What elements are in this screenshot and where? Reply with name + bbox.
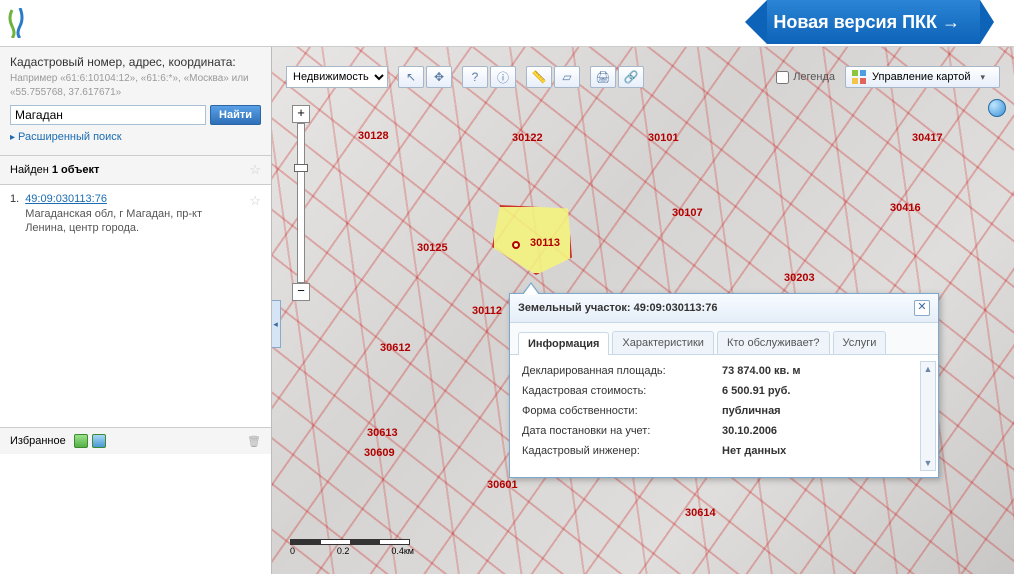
pan-tool-icon[interactable]: ✥ <box>426 66 452 88</box>
popup-close-button[interactable]: ✕ <box>914 300 930 316</box>
advanced-search-link[interactable]: Расширенный поиск <box>10 131 122 143</box>
cadastral-label: 30614 <box>685 507 716 519</box>
legend-checkbox[interactable] <box>776 71 789 84</box>
popup-header: Земельный участок: 49:09:030113:76 ✕ <box>510 294 938 323</box>
zoom-slider-track[interactable] <box>297 123 305 283</box>
info-key: Кадастровый инженер: <box>522 445 722 457</box>
layer-control-dropdown[interactable]: Управление картой <box>845 66 1000 88</box>
cadastral-label: 30125 <box>417 242 448 254</box>
results-prefix: Найден <box>10 164 52 176</box>
info-value: Нет данных <box>722 445 786 457</box>
result-id-link[interactable]: 49:09:030113:76 <box>25 193 243 205</box>
scale-tick: 0 <box>290 546 295 556</box>
info-row: Дата постановки на учет:30.10.2006 <box>522 425 926 437</box>
search-panel: Кадастровый номер, адрес, координата: На… <box>0 47 271 156</box>
result-item[interactable]: 1. 49:09:030113:76 Магаданская обл, г Ма… <box>0 185 271 245</box>
fav-export-icon[interactable] <box>74 434 88 448</box>
info-tool-icon[interactable]: ⓘ <box>490 66 516 88</box>
cadastral-label: 30122 <box>512 132 543 144</box>
result-number: 1. <box>10 193 19 237</box>
cadastral-label: 30128 <box>358 130 389 142</box>
sidebar-collapse-handle[interactable] <box>272 300 281 348</box>
info-key: Дата постановки на учет: <box>522 425 722 437</box>
favorites-label: Избранное <box>10 435 66 447</box>
scroll-up-icon[interactable]: ▲ <box>921 362 935 376</box>
layer-control-label: Управление картой <box>872 71 970 83</box>
cadastral-label: 30417 <box>912 132 943 144</box>
cadastral-label: 30112 <box>472 305 502 317</box>
measure-area-icon[interactable]: ▱ <box>554 66 580 88</box>
results-count: 1 объект <box>52 164 100 176</box>
app-header: ПОРТАЛ УСЛУГ ПУБЛИЧНАЯ КАДАСТРОВАЯ КАРТА… <box>0 0 1014 47</box>
search-input[interactable] <box>10 105 206 125</box>
result-desc: Магаданская обл, г Магадан, пр-кт Ленина… <box>25 207 243 237</box>
results-fav-icon[interactable]: ☆ <box>249 162 261 178</box>
search-hint: Например «61:6:10104:12», «61:6:*», «Мос… <box>10 72 261 99</box>
results-header: Найден 1 объект ☆ <box>0 156 271 185</box>
layer-select[interactable]: Недвижимость <box>286 66 388 88</box>
measure-line-icon[interactable]: 📏 <box>526 66 552 88</box>
info-row: Декларированная площадь:73 874.00 кв. м <box>522 365 926 377</box>
search-label: Кадастровый номер, адрес, координата: <box>10 55 261 69</box>
zoom-slider-handle[interactable] <box>294 164 308 172</box>
info-key: Декларированная площадь: <box>522 365 722 377</box>
popup-title-id: 49:09:030113:76 <box>634 302 718 314</box>
sidebar: Кадастровый номер, адрес, координата: На… <box>0 47 272 574</box>
fav-import-icon[interactable] <box>92 434 106 448</box>
layers-icon <box>852 70 866 84</box>
scale-bar: 0 0.2 0.4км <box>290 539 414 556</box>
pointer-tool-icon[interactable]: ↖ <box>398 66 424 88</box>
info-value: 73 874.00 кв. м <box>722 365 801 377</box>
cadastral-label: 30601 <box>487 479 518 491</box>
map-toolbar: Недвижимость ↖ ✥ ? ⓘ 📏 ▱ 🖨 🔗 Легенда Упр <box>286 63 1000 91</box>
banner-text: Новая версия ПКК → <box>767 0 980 44</box>
cadastral-label: 30416 <box>890 202 921 214</box>
zoom-in-button[interactable]: + <box>292 105 310 123</box>
map-canvas[interactable]: 30113 30416 30203 30612 30601 30614 30613 30417… <box>272 47 1014 574</box>
legend-label: Легенда <box>793 71 835 83</box>
info-value: 30.10.2006 <box>722 425 777 437</box>
info-row: Кадастровая стоимость:6 500.91 руб. <box>522 385 926 397</box>
zoom-out-button[interactable]: − <box>292 283 310 301</box>
info-value: 6 500.91 руб. <box>722 385 790 397</box>
info-row: Форма собственности:публичная <box>522 405 926 417</box>
info-key: Кадастровая стоимость: <box>522 385 722 397</box>
info-value: публичная <box>722 405 781 417</box>
help-tool-icon[interactable]: ? <box>462 66 488 88</box>
tab-characteristics[interactable]: Характеристики <box>612 331 714 354</box>
cadastral-label: 30113 <box>530 237 560 249</box>
cadastral-label: 30203 <box>784 272 815 284</box>
scale-tick: 0.2 <box>337 546 350 556</box>
zoom-control: + − <box>292 105 310 301</box>
favorites-panel: Избранное 🗑 <box>0 427 271 454</box>
parcel-pin-icon <box>512 241 520 249</box>
trash-icon[interactable]: 🗑 <box>247 435 261 448</box>
cadastral-label: 30101 <box>648 132 679 144</box>
cadastral-label: 30613 <box>367 427 398 439</box>
link-icon[interactable]: 🔗 <box>618 66 644 88</box>
popup-scrollbar[interactable]: ▲ ▼ <box>920 361 936 471</box>
tab-info[interactable]: Информация <box>518 332 609 355</box>
cadastral-label: 30107 <box>672 207 703 219</box>
scale-tick: 0.4км <box>391 546 414 556</box>
info-popup: Земельный участок: 49:09:030113:76 ✕ Инф… <box>509 293 939 478</box>
result-fav-icon[interactable]: ☆ <box>249 193 261 237</box>
overview-globe-icon[interactable] <box>988 99 1006 117</box>
info-key: Форма собственности: <box>522 405 722 417</box>
rosreestr-logo-icon <box>8 8 28 38</box>
tab-services[interactable]: Услуги <box>833 331 887 354</box>
popup-tabs: Информация Характеристики Кто обслуживае… <box>510 323 938 355</box>
print-icon[interactable]: 🖨 <box>590 66 616 88</box>
scroll-down-icon[interactable]: ▼ <box>921 456 935 470</box>
popup-title-prefix: Земельный участок: <box>518 302 634 314</box>
popup-body: Декларированная площадь:73 874.00 кв. мК… <box>510 355 938 477</box>
cadastral-label: 30612 <box>380 342 411 354</box>
tab-served-by[interactable]: Кто обслуживает? <box>717 331 830 354</box>
legend-toggle[interactable]: Легенда <box>776 71 835 84</box>
cadastral-label: 30609 <box>364 447 395 459</box>
info-row: Кадастровый инженер:Нет данных <box>522 445 926 457</box>
new-version-banner[interactable]: Новая версия ПКК → <box>745 0 1014 44</box>
search-button[interactable]: Найти <box>210 105 261 125</box>
